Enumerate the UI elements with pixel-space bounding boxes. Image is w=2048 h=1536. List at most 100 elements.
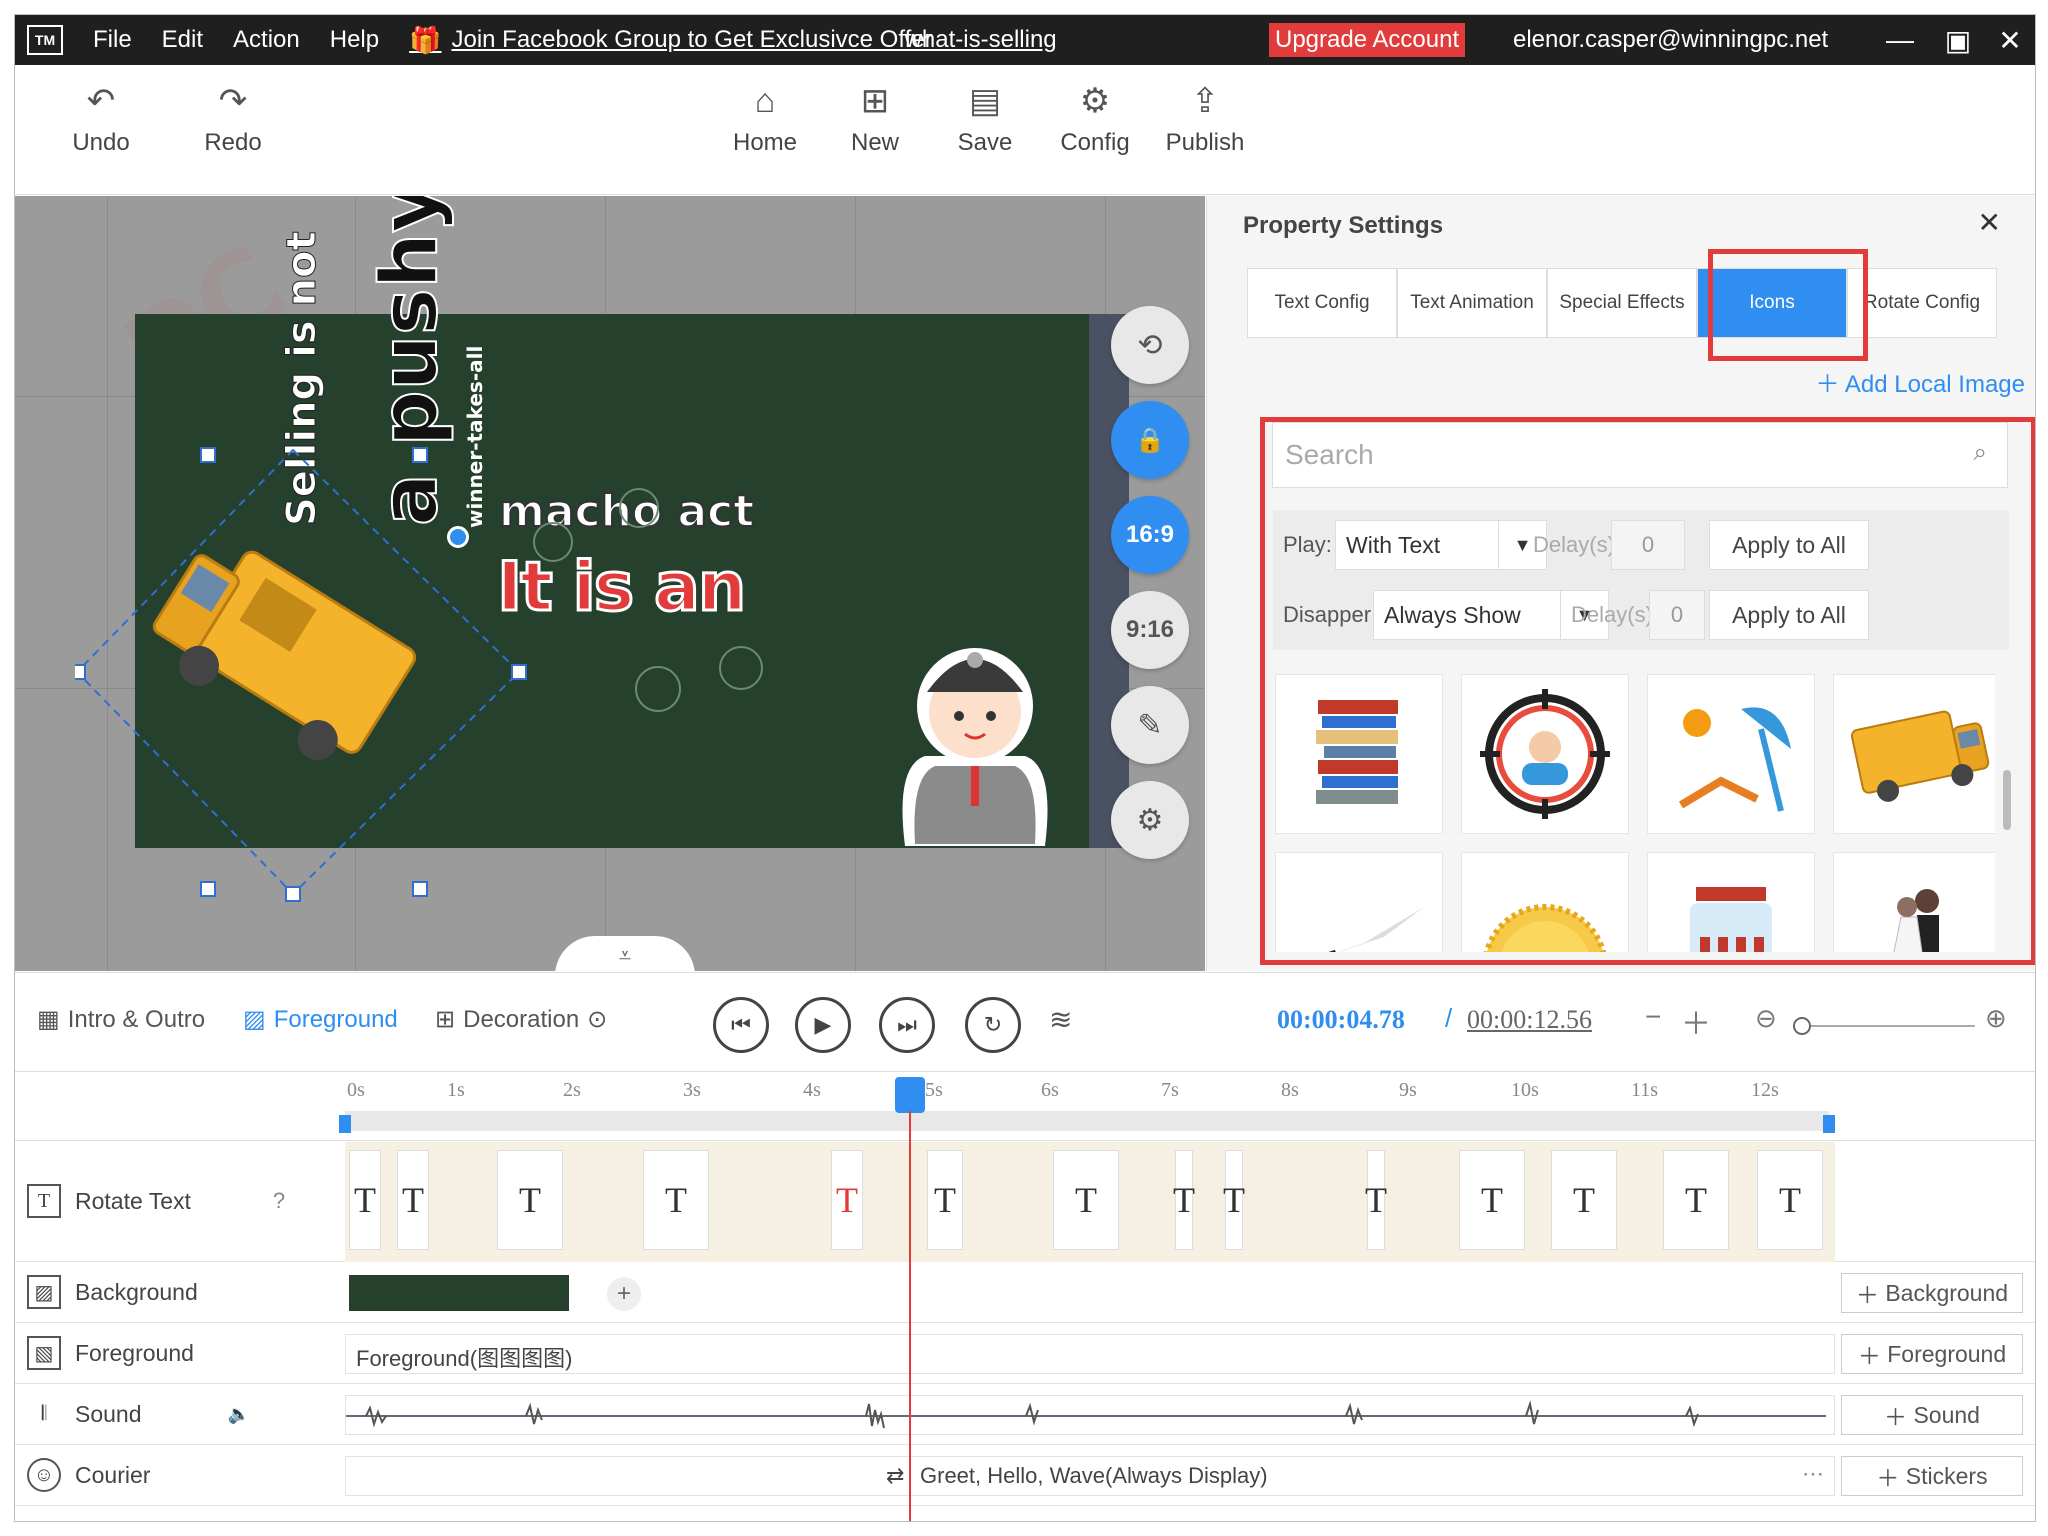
save-icon: ▤ xyxy=(968,82,1002,120)
new-button[interactable]: ⊞ New xyxy=(825,79,925,157)
menu-help[interactable]: Help xyxy=(330,26,379,54)
add-clip-icon[interactable]: + xyxy=(607,1277,641,1311)
volume-icon[interactable]: 🔈 xyxy=(228,1404,250,1425)
sound-label: Sound xyxy=(75,1400,142,1427)
tab-decoration[interactable]: ⊞ Decoration ⊙ xyxy=(435,1005,615,1034)
tick-label: 3s xyxy=(683,1079,701,1101)
reset-view-button[interactable]: ⟲ xyxy=(1111,306,1189,384)
text-clip[interactable]: T xyxy=(349,1150,381,1250)
save-button[interactable]: ▤ Save xyxy=(935,79,1035,157)
minimize-icon[interactable]: — xyxy=(1875,15,1925,65)
close-icon[interactable]: ✕ xyxy=(1978,206,2001,239)
text-clip[interactable]: T xyxy=(497,1150,563,1250)
range-end-handle[interactable] xyxy=(1823,1115,1835,1133)
redo-label: Redo xyxy=(204,129,262,156)
range-start-handle[interactable] xyxy=(339,1115,351,1133)
courier-character[interactable] xyxy=(885,616,1065,856)
waveform-icon: 𝄃 xyxy=(41,1402,47,1425)
gear-icon: ⚙ xyxy=(1079,82,1111,120)
foreground-clip-label[interactable]: Foreground(图图图图) xyxy=(356,1341,572,1373)
playhead-handle[interactable] xyxy=(895,1077,925,1113)
text-clip[interactable]: T xyxy=(1223,1150,1245,1250)
courier-clip-label[interactable]: Greet, Hello, Wave(Always Display) xyxy=(920,1463,1268,1489)
tab-special-effects[interactable]: Special Effects xyxy=(1547,268,1697,338)
ratio-16-9-button[interactable]: 16:9 xyxy=(1111,496,1189,574)
tab-rotate-config[interactable]: Rotate Config xyxy=(1847,268,1997,338)
tab-text-animation[interactable]: Text Animation xyxy=(1397,268,1547,338)
close-icon[interactable]: ✕ xyxy=(1985,15,2035,65)
skip-forward-button[interactable]: ⏭ xyxy=(879,997,935,1053)
layers-icon[interactable]: ≋ xyxy=(1049,1003,1072,1036)
text-icon: T xyxy=(27,1184,61,1218)
add-foreground-button[interactable]: ＋ Foreground xyxy=(1841,1334,2023,1374)
publish-button[interactable]: ⇪ Publish xyxy=(1155,79,1255,157)
tick-label: 2s xyxy=(563,1079,581,1101)
add-background-button[interactable]: ＋ Background xyxy=(1841,1273,2023,1313)
tab-foreground[interactable]: ▨ Foreground xyxy=(243,1005,398,1034)
plus-icon[interactable]: ＋ xyxy=(1681,999,1711,1043)
rotate-text-track-area[interactable]: T T T T T T T T T T T T T T xyxy=(345,1142,1835,1262)
zoom-slider[interactable] xyxy=(1795,1025,1975,1027)
tick-label: 12s xyxy=(1751,1079,1779,1101)
text-clip[interactable]: T xyxy=(1053,1150,1119,1250)
tab-text-config[interactable]: Text Config xyxy=(1247,268,1397,338)
skip-back-button[interactable]: ⏮ xyxy=(713,997,769,1053)
upgrade-account-button[interactable]: Upgrade Account xyxy=(1269,23,1466,57)
text-clip[interactable]: T xyxy=(1365,1150,1387,1250)
zoom-slider-knob[interactable] xyxy=(1793,1017,1811,1035)
replay-button[interactable]: ↻ xyxy=(965,997,1021,1053)
courier-track-area[interactable]: ⇄ Greet, Hello, Wave(Always Display) ⋯ xyxy=(345,1456,1835,1496)
text-clip[interactable]: T xyxy=(927,1150,963,1250)
total-time[interactable]: 00:00:12.56 xyxy=(1467,1005,1592,1035)
account-email[interactable]: elenor.casper@winningpc.net xyxy=(1513,15,1828,65)
zoom-out-icon[interactable]: ⊖ xyxy=(1755,1003,1777,1034)
editor-canvas[interactable]: PC Selling is not a pushy winner-takes-a… xyxy=(15,196,1205,971)
selected-truck[interactable] xyxy=(75,446,555,906)
zoom-in-icon[interactable]: ⊕ xyxy=(1985,1003,2007,1034)
foreground-track-name: Foreground xyxy=(75,1339,194,1366)
rotate-handle[interactable] xyxy=(447,526,469,548)
menu-edit[interactable]: Edit xyxy=(162,26,203,54)
edit-button[interactable]: ✎ xyxy=(1111,686,1189,764)
text-clip[interactable]: T xyxy=(643,1150,709,1250)
play-button[interactable]: ▶ xyxy=(795,997,851,1053)
lock-button[interactable]: 🔒 xyxy=(1111,401,1189,479)
text-clip[interactable]: T xyxy=(831,1150,863,1250)
ratio-9-16-button[interactable]: 9:16 xyxy=(1111,591,1189,669)
sound-track-area[interactable] xyxy=(345,1395,1835,1435)
home-button[interactable]: ⌂ Home xyxy=(715,79,815,157)
tab-intro-outro[interactable]: ▦ Intro & Outro xyxy=(37,1005,205,1034)
pencil-icon: ✎ xyxy=(1137,708,1163,742)
add-stickers-button[interactable]: ＋ Stickers xyxy=(1841,1456,2023,1496)
background-track-area[interactable]: + xyxy=(345,1273,1835,1313)
maximize-icon[interactable]: ▣ xyxy=(1933,15,1983,65)
undo-button[interactable]: ↶ Undo xyxy=(51,79,151,157)
tick-label: 0s xyxy=(347,1079,365,1101)
background-clip[interactable] xyxy=(349,1275,569,1311)
add-local-image-link[interactable]: ＋ Add Local Image xyxy=(1816,364,2025,399)
settings-button[interactable]: ⚙ xyxy=(1111,781,1189,859)
redo-button[interactable]: ↷ Redo xyxy=(183,79,283,157)
publish-label: Publish xyxy=(1165,129,1245,156)
text-clip[interactable]: T xyxy=(1173,1150,1195,1250)
add-sound-button[interactable]: ＋ Sound xyxy=(1841,1395,2023,1435)
text-clip[interactable]: T xyxy=(1757,1150,1823,1250)
collapse-timeline-tab[interactable]: ⩡ xyxy=(555,936,695,971)
text-clip[interactable]: T xyxy=(397,1150,429,1250)
more-options-icon[interactable]: ⋯ xyxy=(1802,1461,1824,1487)
promo-link[interactable]: 🎁 Join Facebook Group to Get Exclusivce … xyxy=(409,25,1057,56)
text-clip[interactable]: T xyxy=(1459,1150,1525,1250)
menu-action[interactable]: Action xyxy=(233,26,300,54)
deco-circle xyxy=(719,646,763,690)
text-clip[interactable]: T xyxy=(1663,1150,1729,1250)
text-clip[interactable]: T xyxy=(1551,1150,1617,1250)
config-button[interactable]: ⚙ Config xyxy=(1045,79,1145,157)
new-label: New xyxy=(850,129,899,156)
menu-file[interactable]: File xyxy=(93,26,132,54)
minus-icon[interactable]: − xyxy=(1645,1001,1661,1033)
ruler-range-bar[interactable] xyxy=(345,1111,1829,1131)
timeline-ruler[interactable]: 0s 1s 2s 3s 4s 5s 6s 7s 8s 9s 10s 11s 12… xyxy=(15,1073,2035,1141)
help-icon[interactable]: ? xyxy=(273,1188,285,1214)
foreground-track-area[interactable]: Foreground(图图图图) xyxy=(345,1334,1835,1374)
app-logo: TM xyxy=(27,25,63,55)
